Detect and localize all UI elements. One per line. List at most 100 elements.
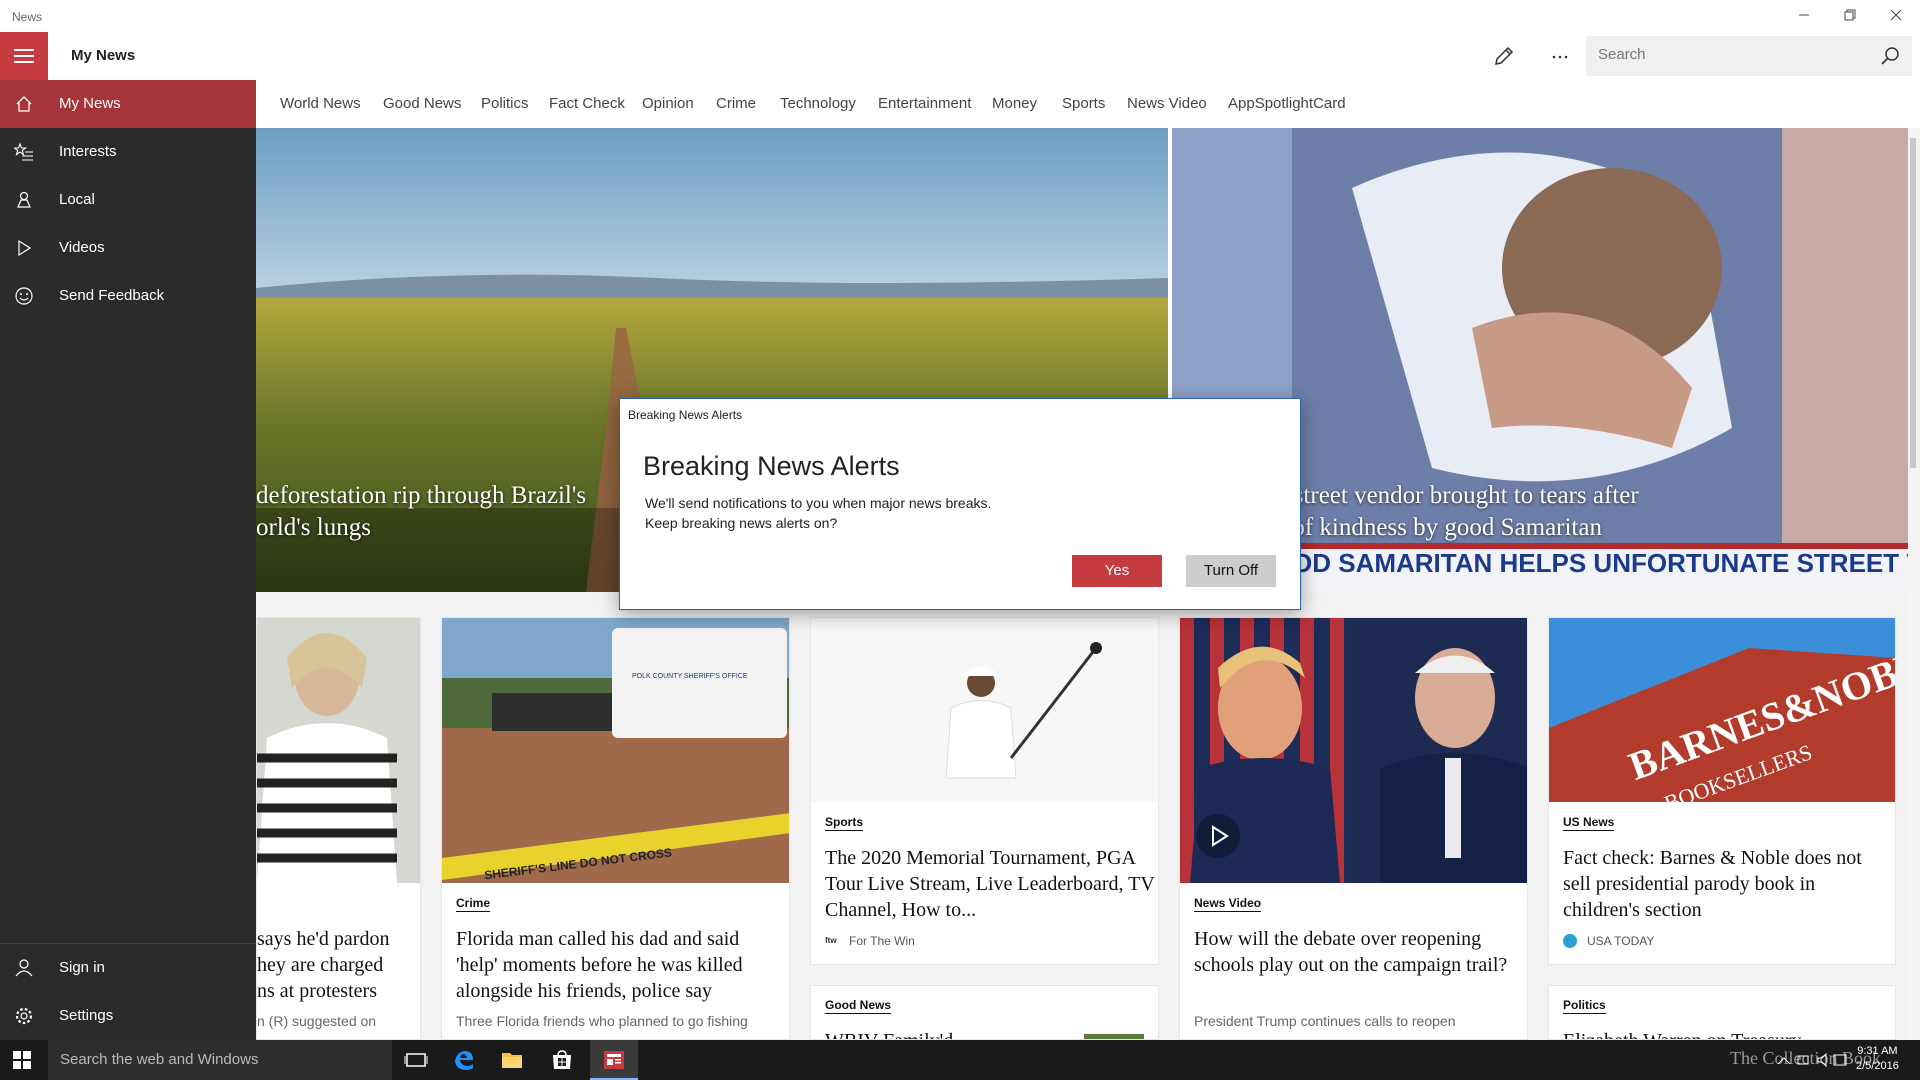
card-headline: Florida man called his dad and said 'hel… bbox=[456, 928, 743, 1002]
dialog-window-title: Breaking News Alerts bbox=[628, 408, 743, 422]
tab-opinion[interactable]: Opinion bbox=[642, 95, 694, 112]
sidebar-item-sign-in[interactable]: Sign in bbox=[0, 944, 256, 992]
hero-caption-line: ld street vendor brought to tears after bbox=[1268, 482, 1639, 509]
edge-browser-icon[interactable] bbox=[452, 1048, 476, 1072]
card-headline: Fact check: Barnes & Noble does not sell… bbox=[1563, 847, 1862, 921]
play-icon[interactable] bbox=[1196, 814, 1240, 858]
card-category[interactable]: News Video bbox=[1194, 896, 1262, 912]
card-source: USA TODAY bbox=[1587, 934, 1655, 948]
task-view-icon[interactable] bbox=[404, 1048, 428, 1072]
usa-today-logo-icon bbox=[1563, 934, 1577, 948]
star-list-icon bbox=[12, 142, 34, 162]
tab-politics[interactable]: Politics bbox=[481, 95, 529, 112]
tab-crime[interactable]: Crime bbox=[716, 95, 756, 112]
sidebar-item-local[interactable]: Local bbox=[0, 176, 256, 224]
window-titlebar: News bbox=[0, 0, 1920, 32]
card-image: BARNES&NOBLE BOOKSELLERS bbox=[1549, 618, 1895, 802]
dialog-message-line: We'll send notifications to you when maj… bbox=[645, 495, 992, 511]
close-icon[interactable] bbox=[1884, 6, 1908, 26]
taskbar-search[interactable]: Search the web and Windows bbox=[48, 1040, 392, 1080]
card-category[interactable]: Politics bbox=[1563, 998, 1606, 1014]
card-category[interactable]: US News bbox=[1563, 815, 1615, 831]
gear-icon bbox=[14, 1006, 34, 1026]
card-source: For The Win bbox=[849, 934, 915, 948]
window-title: News bbox=[12, 10, 43, 24]
dialog-title: Breaking News Alerts bbox=[643, 451, 900, 481]
tab-sports[interactable]: Sports bbox=[1062, 95, 1105, 112]
smiley-icon bbox=[14, 286, 34, 306]
story-card-politics[interactable]: Politics Elizabeth Warren on Treasury... bbox=[1548, 985, 1896, 1040]
search-box[interactable] bbox=[1586, 36, 1912, 76]
search-icon[interactable] bbox=[1878, 44, 1902, 68]
sidebar-item-label: Sign in bbox=[59, 959, 105, 976]
scrollbar-thumb[interactable] bbox=[1910, 138, 1916, 468]
edit-icon[interactable] bbox=[1492, 44, 1516, 68]
story-card-sports[interactable]: Sports The 2020 Memorial Tournament, PGA… bbox=[810, 617, 1159, 965]
search-input[interactable] bbox=[1598, 46, 1868, 63]
play-icon bbox=[14, 238, 34, 258]
story-card-good-news[interactable]: Good News WBIV Family'd... bbox=[810, 985, 1159, 1040]
sidebar-item-label: Videos bbox=[59, 239, 105, 256]
home-icon bbox=[14, 94, 34, 114]
sidebar-item-label: Interests bbox=[59, 143, 117, 160]
system-clock[interactable]: 9:31 AM 2/5/2016 bbox=[1856, 1044, 1899, 1074]
hamburger-menu-button[interactable] bbox=[0, 32, 48, 80]
card-category[interactable]: Sports bbox=[825, 815, 864, 831]
sidebar-item-interests[interactable]: Interests bbox=[0, 128, 256, 176]
tab-fact-check[interactable]: Fact Check bbox=[549, 95, 625, 112]
store-icon[interactable] bbox=[550, 1048, 574, 1072]
tab-news-video[interactable]: News Video bbox=[1127, 95, 1207, 112]
tab-entertainment[interactable]: Entertainment bbox=[878, 95, 971, 112]
sidebar: My News Interests Local Videos Send Feed… bbox=[0, 80, 256, 1040]
card-headline: The 2020 Memorial Tournament, PGA Tour L… bbox=[825, 847, 1155, 921]
card-image bbox=[257, 618, 420, 883]
sidebar-item-videos[interactable]: Videos bbox=[0, 224, 256, 272]
card-image-text: POLK COUNTY SHERIFF'S OFFICE bbox=[632, 673, 748, 680]
yes-button[interactable]: Yes bbox=[1072, 555, 1162, 587]
story-card-news-video[interactable]: News Video How will the debate over reop… bbox=[1179, 617, 1528, 1040]
page-title: My News bbox=[71, 47, 136, 64]
card-headline: How will the debate over reopening schoo… bbox=[1194, 928, 1508, 976]
sidebar-item-label: Local bbox=[59, 191, 95, 208]
restore-icon[interactable] bbox=[1838, 6, 1862, 26]
tab-money[interactable]: Money bbox=[992, 95, 1037, 112]
card-image bbox=[1180, 618, 1527, 883]
minimize-icon[interactable] bbox=[1792, 6, 1816, 26]
sidebar-item-label: Send Feedback bbox=[59, 287, 165, 304]
sidebar-item-my-news[interactable]: My News bbox=[0, 80, 256, 128]
sidebar-item-send-feedback[interactable]: Send Feedback bbox=[0, 272, 256, 320]
tab-appspotlightcard[interactable]: AppSpotlightCard bbox=[1228, 95, 1346, 112]
tab-good-news[interactable]: Good News bbox=[383, 95, 461, 112]
file-explorer-icon[interactable] bbox=[500, 1048, 524, 1072]
news-app-taskbar-button[interactable] bbox=[590, 1040, 638, 1080]
system-tray-icons[interactable] bbox=[1776, 1050, 1848, 1070]
hero-caption-line: ct of kindness by good Samaritan bbox=[1268, 514, 1602, 541]
scrollbar[interactable] bbox=[1908, 128, 1920, 1040]
clock-time: 9:31 AM bbox=[1857, 1045, 1898, 1057]
category-tabs: World News Good News Politics Fact Check… bbox=[256, 80, 1920, 128]
sidebar-item-label: My News bbox=[59, 95, 121, 112]
tab-technology[interactable]: Technology bbox=[780, 95, 856, 112]
hero-caption-line: orld's lungs bbox=[256, 514, 371, 541]
tab-world-news[interactable]: World News bbox=[280, 95, 361, 112]
dialog-message-line: Keep breaking news alerts on? bbox=[645, 515, 838, 531]
sidebar-item-settings[interactable]: Settings bbox=[0, 992, 256, 1040]
sidebar-item-label: Settings bbox=[59, 1007, 114, 1024]
taskbar: Search the web and Windows The Collectio… bbox=[0, 1040, 1920, 1080]
news-app-icon bbox=[604, 1051, 624, 1069]
card-description: n (R) suggested on bbox=[257, 1013, 377, 1029]
card-description: President Trump continues calls to reope… bbox=[1194, 1013, 1456, 1029]
story-card-us-news[interactable]: BARNES&NOBLE BOOKSELLERS US News Fact che… bbox=[1548, 617, 1896, 965]
turn-off-button[interactable]: Turn Off bbox=[1186, 555, 1276, 587]
card-category[interactable]: Good News bbox=[825, 998, 892, 1014]
card-category[interactable]: Crime bbox=[456, 896, 491, 912]
card-description: Three Florida friends who planned to go … bbox=[456, 1013, 748, 1029]
clock-date: 2/5/2016 bbox=[1856, 1060, 1899, 1072]
more-options-icon[interactable] bbox=[1548, 44, 1572, 68]
source-logo: ftw bbox=[825, 936, 837, 945]
story-card-pardon[interactable]: says he'd pardon hey are charged ns at p… bbox=[256, 617, 421, 1040]
windows-start-icon[interactable] bbox=[12, 1050, 32, 1070]
dialog-message: We'll send notifications to you when maj… bbox=[645, 493, 1145, 533]
story-card-crime[interactable]: POLK COUNTY SHERIFF'S OFFICE SHERIFF'S LI… bbox=[441, 617, 790, 1040]
taskbar-search-text: Search the web and Windows bbox=[60, 1051, 259, 1068]
